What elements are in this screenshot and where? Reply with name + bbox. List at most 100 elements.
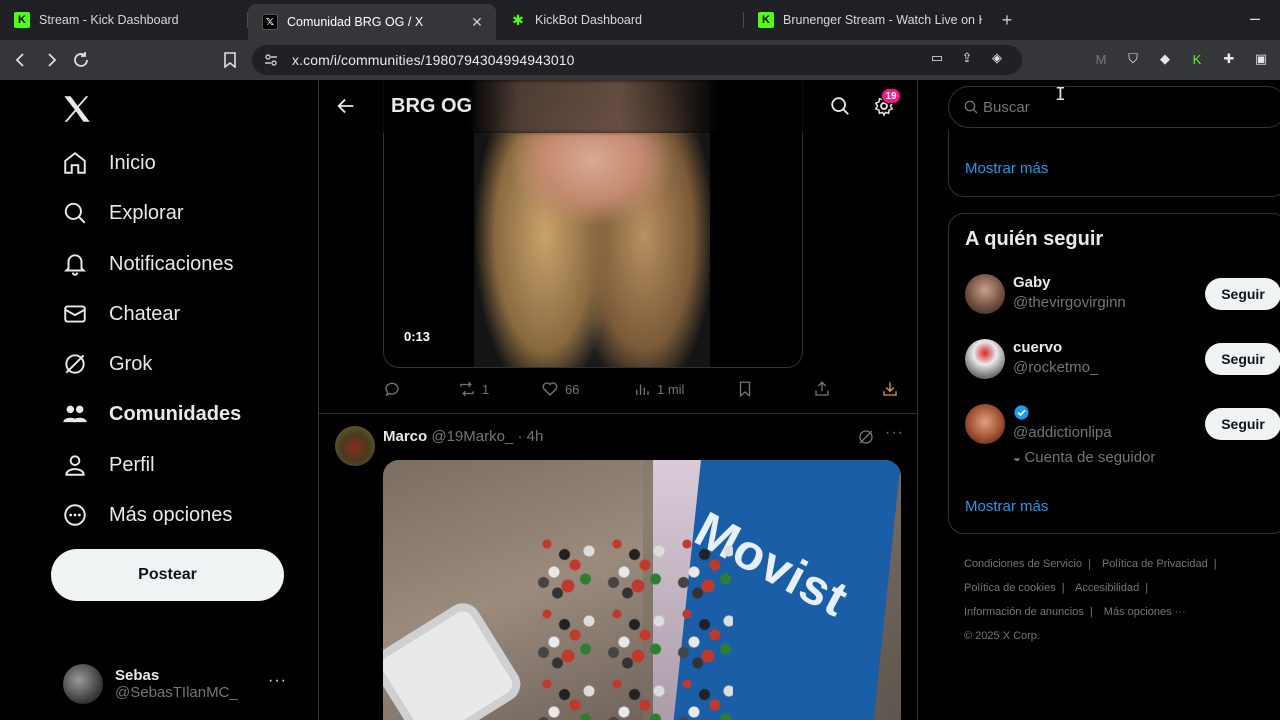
follow-button[interactable]: Seguir <box>1205 408 1280 440</box>
grok-icon[interactable] <box>857 428 875 446</box>
account-handle: @thevirgovirginn <box>1013 294 1126 311</box>
feed-header: BRG OG 19 <box>319 80 917 133</box>
sidebar-extension-icon[interactable]: ▣ <box>1252 50 1270 68</box>
communities-icon <box>60 399 90 429</box>
follow-suggestion[interactable]: cuervo @rocketmo_ Seguir <box>965 339 1280 399</box>
footer-link[interactable]: Política de Privacidad <box>1102 558 1208 570</box>
repost-button[interactable]: 1 <box>458 380 489 398</box>
kickbot-icon: ✱ <box>512 11 524 28</box>
bookmark-button[interactable] <box>736 380 760 398</box>
grok-icon <box>60 349 90 379</box>
nav-item-perfil[interactable]: Perfil <box>60 445 155 485</box>
like-button[interactable]: 66 <box>541 380 579 398</box>
video-duration: 0:13 <box>404 329 431 344</box>
nav-item-inicio[interactable]: Inicio <box>60 143 156 183</box>
back-arrow-icon[interactable] <box>335 95 357 117</box>
nav-item-mas-opciones[interactable]: Más opciones <box>60 495 232 535</box>
nav-label: Más opciones <box>109 503 233 526</box>
nav-item-chatear[interactable]: Chatear <box>60 294 180 334</box>
tweet-time[interactable]: · 4h <box>517 428 543 445</box>
person-icon <box>60 450 90 480</box>
tweet-image[interactable]: Movist <box>383 460 901 720</box>
nav-item-notificaciones[interactable]: Notificaciones <box>60 244 234 284</box>
wallet-icon[interactable]: M <box>1092 50 1110 68</box>
heart-icon <box>542 382 558 396</box>
tweet[interactable]: Marco @19Marko_ · 4h ··· Movist <box>319 414 917 720</box>
shield-extension-icon[interactable]: ⛉ <box>1124 50 1142 68</box>
nav-label: Notificaciones <box>109 252 234 275</box>
search-placeholder: Buscar <box>983 98 1030 116</box>
mask-icon: ◒ <box>1013 450 1025 465</box>
diamond-extension-icon[interactable]: ◆ <box>1156 50 1174 68</box>
show-more-link[interactable]: Mostrar más <box>965 498 1048 515</box>
footer-link[interactable]: Condiciones de Servicio <box>964 558 1082 570</box>
x-logo-icon[interactable] <box>60 92 94 126</box>
author-name[interactable]: Marco <box>383 428 427 445</box>
copyright-text: © 2025 X Corp. <box>964 630 1040 642</box>
share-button[interactable] <box>813 380 837 398</box>
author-handle[interactable]: @19Marko_ <box>431 428 513 445</box>
footer-link[interactable]: Accesibilidad <box>1075 582 1139 594</box>
post-button[interactable]: Postear <box>51 549 284 601</box>
back-arrow-icon[interactable] <box>6 45 36 75</box>
note-text: Cuenta de seguidor <box>1024 449 1156 466</box>
new-tab-button[interactable]: + <box>992 0 1022 40</box>
profile-handle: @SebasTIlanMC_ <box>115 684 238 701</box>
more-horizontal-icon[interactable]: ··· <box>885 424 904 442</box>
search-icon[interactable] <box>829 95 851 117</box>
site-settings-icon[interactable] <box>264 53 278 67</box>
nav-item-comunidades[interactable]: Comunidades <box>60 394 241 434</box>
nav-item-grok[interactable]: Grok <box>60 344 152 384</box>
account-handle: @rocketmo_ <box>1013 359 1099 376</box>
tab-x-community[interactable]: 𝕏 Comunidad BRG OG / X ✕ <box>248 4 496 40</box>
search-input[interactable]: Buscar <box>948 86 1280 128</box>
account-switcher[interactable]: Sebas @SebasTIlanMC_ ··· <box>63 662 303 706</box>
tab-brunenger-stream[interactable]: K Brunenger Stream - Watch Live on Ki <box>744 0 992 40</box>
more-circle-icon <box>60 500 90 530</box>
nav-item-explorar[interactable]: Explorar <box>60 193 183 233</box>
tweet-header: Marco @19Marko_ · 4h <box>383 428 543 445</box>
reply-icon <box>385 382 399 397</box>
footer-link[interactable]: Política de cookies <box>964 582 1056 594</box>
avatar[interactable] <box>335 426 375 466</box>
tab-label: Stream - Kick Dashboard <box>39 13 179 27</box>
card-title: A quién seguir <box>965 228 1104 250</box>
x-page: Inicio Explorar Notificaciones Chatear G… <box>0 80 1280 720</box>
cast-icon[interactable]: ▭ <box>928 49 946 67</box>
views-button[interactable]: 1 mil <box>633 380 684 398</box>
kick-extension-icon[interactable]: K <box>1188 50 1206 68</box>
tab-label: KickBot Dashboard <box>535 13 643 27</box>
address-bar[interactable]: x.com/i/communities/1980794304994943010 … <box>252 45 1022 75</box>
nav-label: Perfil <box>109 453 155 476</box>
forward-arrow-icon[interactable] <box>36 45 66 75</box>
account-name: Gaby <box>1013 274 1051 291</box>
reply-button[interactable] <box>383 380 407 398</box>
reload-icon[interactable] <box>66 45 96 75</box>
close-tab-icon[interactable]: ✕ <box>468 14 486 31</box>
tab-kickbot-dashboard[interactable]: ✱ KickBot Dashboard <box>496 0 744 40</box>
footer-link[interactable]: Información de anuncios <box>964 606 1084 618</box>
brave-shield-icon[interactable]: ◈ <box>988 49 1006 67</box>
account-handle: @addictionlipa <box>1013 424 1112 441</box>
url-text: x.com/i/communities/1980794304994943010 <box>292 52 575 68</box>
download-icon <box>883 382 897 396</box>
kick-icon: K <box>14 12 30 28</box>
puzzle-extensions-icon[interactable]: ✚ <box>1220 50 1238 68</box>
footer-link[interactable]: Más opciones ··· <box>1104 606 1186 618</box>
minimize-window-button[interactable]: – <box>1250 8 1260 29</box>
more-horizontal-icon[interactable]: ··· <box>268 672 287 690</box>
share-icon[interactable]: ⇪ <box>958 49 976 67</box>
show-more-link[interactable]: Mostrar más <box>965 160 1048 177</box>
follow-suggestion[interactable]: @addictionlipa ◒ Cuenta de seguidor Segu… <box>965 404 1280 474</box>
follow-suggestion[interactable]: Gaby @thevirgovirginn Seguir <box>965 274 1280 334</box>
bookmark-icon[interactable] <box>215 45 245 75</box>
tab-kick-dashboard[interactable]: K Stream - Kick Dashboard <box>0 0 248 40</box>
follow-button[interactable]: Seguir <box>1205 343 1280 375</box>
home-icon <box>60 148 90 178</box>
search-icon <box>964 100 978 114</box>
repost-count: 1 <box>482 381 490 397</box>
download-button[interactable] <box>881 380 905 398</box>
follow-button[interactable]: Seguir <box>1205 278 1280 310</box>
crowd-image-area <box>533 530 733 720</box>
blurred-media-overlap <box>469 80 719 133</box>
